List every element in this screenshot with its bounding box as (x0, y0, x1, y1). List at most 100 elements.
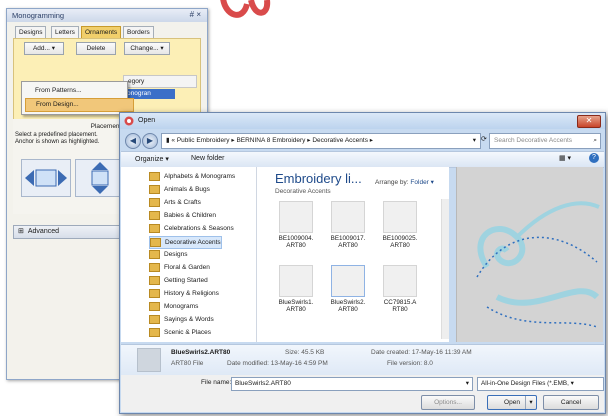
help-icon[interactable]: ? (589, 153, 599, 163)
folder-label: History & Religions (164, 290, 219, 297)
folder-item[interactable]: Celebrations & Seasons (149, 223, 234, 234)
file-thumbnail (137, 348, 161, 372)
chevron-down-icon[interactable]: ▾ (466, 378, 469, 390)
file-tile[interactable]: BE1009025. ART80 (379, 201, 421, 259)
folder-label: Floral & Garden (164, 264, 210, 271)
change-button[interactable]: Change... ▾ (124, 42, 170, 55)
organize-button[interactable]: Organize ▾ (135, 155, 169, 163)
file-name-label: BE1009004. ART80 (278, 235, 314, 249)
category-header: egory (123, 75, 197, 88)
folder-icon (149, 314, 160, 324)
folder-label: Designs (164, 251, 188, 258)
folder-item[interactable]: History & Religions (149, 288, 219, 299)
folder-label: Monograms (164, 303, 199, 310)
add-button-label: Add... (32, 45, 50, 52)
chevron-down-icon[interactable]: ▾ (525, 396, 536, 409)
options-button[interactable]: Options... (421, 395, 475, 410)
panel-title: Monogramming (12, 11, 65, 20)
design-thumbnail (383, 201, 417, 233)
detail-size: Size: 45.5 KB (285, 349, 325, 356)
dialog-title: Open (138, 117, 156, 124)
command-bar: Organize ▾ New folder ▦ ▾ ? (121, 151, 604, 168)
folder-item[interactable]: Animals & Bugs (149, 184, 210, 195)
file-tile[interactable]: BlueSwirls2. ART80 (327, 265, 369, 323)
folder-icon (149, 210, 160, 220)
filename-label: File name: (201, 379, 232, 386)
file-name-label: BE1009025. ART80 (382, 235, 418, 249)
folder-icon (149, 171, 160, 181)
folder-item[interactable]: Designs (149, 249, 187, 260)
folder-icon (149, 197, 160, 207)
forward-icon[interactable]: ▶ (142, 133, 158, 149)
design-thumbnail (279, 265, 313, 297)
folder-label: Alphabets & Monograms (164, 173, 236, 180)
breadcrumb-item[interactable]: BERNINA 8 Embroidery (236, 137, 305, 144)
app-icon (124, 116, 134, 126)
open-button[interactable]: Open ▾ (487, 395, 537, 410)
folder-item[interactable]: Floral & Garden (149, 262, 210, 273)
design-thumbnail (331, 201, 365, 233)
dialog-title-bar: Open ✕ (120, 113, 605, 129)
swirl-logo-graphic (220, 0, 271, 18)
folder-item[interactable]: Getting Started (149, 275, 208, 286)
file-type-select[interactable]: All-in-One Design Files (*.EMB, ▾ (477, 377, 604, 391)
arrange-dropdown[interactable]: Folder ▾ (410, 179, 434, 186)
dropdown-arrow-icon[interactable]: ▾ (473, 134, 476, 148)
detail-version: File version: 8.0 (387, 360, 433, 367)
folder-icon (149, 184, 160, 194)
refresh-icon[interactable]: ⟳ (481, 135, 487, 143)
close-icon[interactable]: ✕ (577, 115, 601, 128)
file-name-label: BlueSwirls2. ART80 (330, 299, 366, 313)
detail-modified: Date modified: 13-May-16 4:59 PM (227, 360, 328, 367)
file-tile[interactable]: BlueSwirls1. ART80 (275, 265, 317, 323)
folder-icon: ▮ « (166, 137, 175, 144)
breadcrumb-item[interactable]: Public Embroidery (177, 137, 230, 144)
search-input[interactable]: Search Decorative Accents ⌕ (489, 133, 601, 149)
detail-type: ART80 File (171, 360, 204, 367)
add-button[interactable]: Add... ▾ (24, 42, 64, 55)
file-tile[interactable]: CC79815.A RT80 (379, 265, 421, 323)
back-icon[interactable]: ◀ (125, 133, 141, 149)
folder-label: Celebrations & Seasons (164, 225, 234, 232)
file-list-scrollbar[interactable] (441, 199, 449, 339)
filename-value: BlueSwirls2.ART80 (235, 380, 291, 387)
view-options-icon[interactable]: ▦ ▾ (559, 154, 571, 162)
address-bar[interactable]: ▮ « Public Embroidery ▸ BERNINA 8 Embroi… (161, 133, 481, 149)
filename-input[interactable]: BlueSwirls2.ART80 ▾ (231, 377, 473, 391)
folder-icon (149, 249, 160, 259)
folder-item[interactable]: Sayings & Words (149, 314, 214, 325)
folder-item[interactable]: Arts & Crafts (149, 197, 201, 208)
placement-preview-icon (91, 162, 109, 194)
delete-button[interactable]: Delete (76, 42, 116, 55)
breadcrumb-item[interactable]: Decorative Accents (312, 137, 368, 144)
menu-item-from-patterns[interactable]: From Patterns... (25, 85, 132, 97)
folder-icon (149, 301, 160, 311)
file-name-label: BE1009017. ART80 (330, 235, 366, 249)
folder-item[interactable]: Babies & Children (149, 210, 216, 221)
file-tile[interactable]: BE1009004. ART80 (275, 201, 317, 259)
detail-filename: BlueSwirls2.ART80 (171, 349, 231, 356)
folder-label: Babies & Children (164, 212, 217, 219)
detail-created: Date created: 17-May-16 11:39 AM (371, 349, 472, 356)
placement-option-1[interactable] (21, 159, 71, 197)
folder-item[interactable]: Scenic & Places (149, 327, 211, 338)
pin-close-icon[interactable]: # × (190, 10, 201, 19)
new-folder-button[interactable]: New folder (191, 155, 224, 162)
file-tile[interactable]: BE1009017. ART80 (327, 201, 369, 259)
folder-label: Decorative Accents (165, 239, 221, 246)
folder-item[interactable]: Monograms (149, 301, 198, 312)
folder-item[interactable]: Alphabets & Monograms (149, 171, 235, 182)
menu-item-from-design[interactable]: From Design... (25, 98, 134, 112)
folder-label: Arts & Crafts (164, 199, 201, 206)
folder-label: Animals & Bugs (164, 186, 210, 193)
placement-option-2[interactable] (75, 159, 125, 197)
folder-icon (150, 237, 161, 247)
panel-title-bar: Monogramming # × (7, 9, 207, 22)
folder-item[interactable]: Decorative Accents (149, 236, 222, 249)
folder-label: Getting Started (164, 277, 208, 284)
cancel-button[interactable]: Cancel (543, 395, 599, 410)
preview-pane (456, 167, 603, 342)
design-thumbnail (331, 265, 365, 297)
file-list: Embroidery li... Decorative Accents Arra… (257, 167, 449, 342)
folder-icon (149, 275, 160, 285)
